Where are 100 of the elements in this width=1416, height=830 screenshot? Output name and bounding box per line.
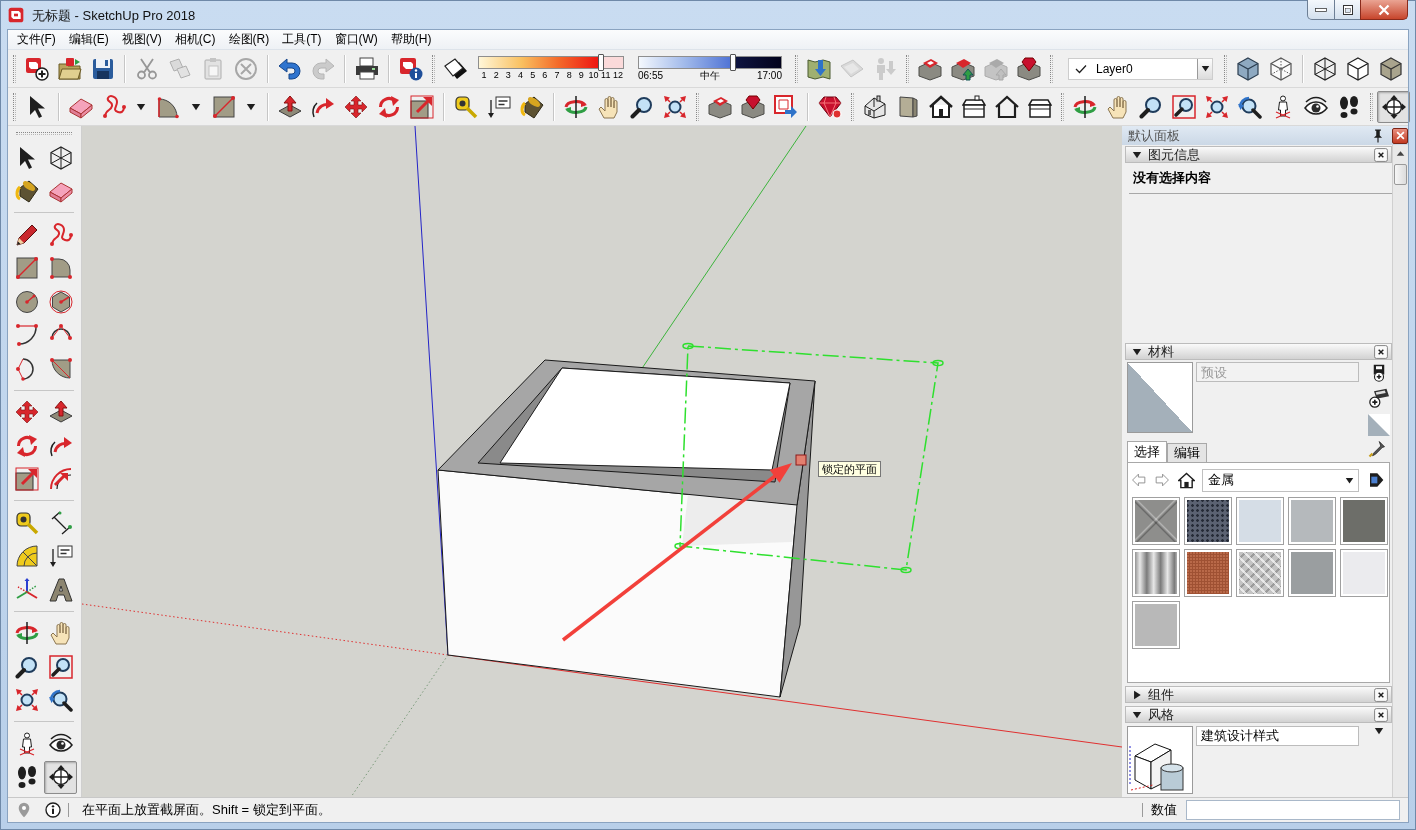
- menu-item[interactable]: 帮助(H): [384, 31, 438, 48]
- eyedropper-icon[interactable]: [1368, 440, 1386, 458]
- folder-icon[interactable]: [57, 56, 82, 81]
- shaded-cube-icon[interactable]: [1378, 56, 1403, 81]
- layer-dropdown[interactable]: Layer0: [1068, 57, 1213, 80]
- zoom-icon[interactable]: [629, 94, 654, 119]
- rectangle-icon[interactable]: [14, 256, 39, 281]
- undo-arrow-icon[interactable]: [277, 56, 302, 81]
- back-arrow-icon[interactable]: [1132, 473, 1146, 487]
- gem-box-icon[interactable]: [1016, 56, 1041, 81]
- gem-box-icon[interactable]: [740, 94, 765, 119]
- material-swatch[interactable]: [1288, 497, 1336, 545]
- caret-down-icon[interactable]: [136, 101, 146, 112]
- dashed-cube-icon[interactable]: [1268, 56, 1293, 81]
- tape-measure-icon[interactable]: [453, 94, 478, 119]
- menu-item[interactable]: 绘图(R): [222, 31, 276, 48]
- outline-cube-icon[interactable]: [1345, 56, 1370, 81]
- cube-plus-icon[interactable]: [24, 56, 49, 81]
- arc-icon[interactable]: [14, 323, 39, 348]
- polygon-icon[interactable]: [48, 289, 73, 314]
- menu-item[interactable]: 编辑(E): [62, 31, 116, 48]
- toolbar-grip[interactable]: [696, 92, 699, 121]
- rotate-arrows-icon[interactable]: [14, 433, 39, 458]
- push-pull-icon[interactable]: [277, 94, 302, 119]
- scale-icon[interactable]: [409, 94, 434, 119]
- zoom-window-icon[interactable]: [1171, 94, 1196, 119]
- material-swatch[interactable]: [1132, 549, 1180, 597]
- move-arrows-icon[interactable]: [343, 94, 368, 119]
- wire-cube-icon[interactable]: [48, 145, 73, 170]
- offset-arrow-icon[interactable]: [48, 467, 73, 492]
- material-swatch[interactable]: [1288, 549, 1336, 597]
- tab[interactable]: 选择: [1127, 441, 1167, 462]
- zoom-extents-icon[interactable]: [1204, 94, 1229, 119]
- toolbar-grip[interactable]: [16, 132, 72, 135]
- box-cube-icon[interactable]: [917, 56, 942, 81]
- paint-bucket-icon[interactable]: [14, 179, 39, 204]
- forward-arrow-icon[interactable]: [1155, 473, 1169, 487]
- toolbar-grip[interactable]: [13, 92, 16, 121]
- menu-item[interactable]: 文件(F): [10, 31, 63, 48]
- info-icon[interactable]: [45, 802, 61, 818]
- material-swatch[interactable]: [1184, 497, 1232, 545]
- material-swatch[interactable]: [1236, 497, 1284, 545]
- collection-dropdown[interactable]: 金属: [1202, 468, 1359, 492]
- details-arrow-icon[interactable]: [1368, 472, 1384, 488]
- menu-item[interactable]: 工具(T): [275, 31, 328, 48]
- pin-icon[interactable]: [1371, 128, 1385, 143]
- close-button[interactable]: [1392, 127, 1408, 144]
- circle-icon[interactable]: [14, 289, 39, 314]
- close-icon[interactable]: [1374, 147, 1388, 162]
- maximize-button[interactable]: [1334, 0, 1361, 20]
- hand-icon[interactable]: [1105, 94, 1130, 119]
- dropdown-button[interactable]: [1197, 58, 1212, 79]
- pie-icon[interactable]: [48, 356, 73, 381]
- close-button[interactable]: [1360, 0, 1408, 20]
- toolbar-grip[interactable]: [1370, 92, 1373, 121]
- house-outline-icon[interactable]: [994, 94, 1019, 119]
- toolbar-grip[interactable]: [795, 54, 798, 83]
- printer-icon[interactable]: [354, 56, 379, 81]
- orbit-icon[interactable]: [1072, 94, 1097, 119]
- time-slider[interactable]: [638, 55, 782, 69]
- toolbar-grip[interactable]: [13, 54, 16, 83]
- label-box-icon[interactable]: [48, 544, 73, 569]
- orbit-icon[interactable]: [14, 621, 39, 646]
- section-header[interactable]: 图元信息: [1125, 146, 1392, 163]
- arc-sector-icon[interactable]: [156, 94, 181, 119]
- material-name-field[interactable]: 预设: [1196, 362, 1359, 382]
- section-header[interactable]: 组件: [1125, 686, 1392, 703]
- close-icon[interactable]: [1374, 687, 1388, 702]
- caret-down-icon[interactable]: [246, 101, 256, 112]
- menu-item[interactable]: 窗口(W): [328, 31, 385, 48]
- orbit-icon[interactable]: [563, 94, 588, 119]
- slider-thumb[interactable]: [598, 54, 605, 71]
- toolbar-grip[interactable]: [1061, 92, 1064, 121]
- push-pull-icon[interactable]: [48, 400, 73, 425]
- wire-cube-icon[interactable]: [1312, 56, 1337, 81]
- scroll-up-icon[interactable]: [1396, 149, 1405, 158]
- shadow-square-icon[interactable]: [443, 56, 468, 81]
- toolbar-grip[interactable]: [851, 92, 854, 121]
- squiggle-icon[interactable]: [48, 222, 73, 247]
- toolbar-grip[interactable]: [906, 54, 909, 83]
- zoom-icon[interactable]: [14, 654, 39, 679]
- section-header[interactable]: 材料: [1125, 343, 1392, 360]
- menu-item[interactable]: 视图(V): [115, 31, 169, 48]
- label-box-icon[interactable]: [486, 94, 511, 119]
- section-header[interactable]: 风格: [1125, 706, 1392, 723]
- swatch-icon[interactable]: [1368, 414, 1390, 436]
- rotate-arrows-icon[interactable]: [376, 94, 401, 119]
- paint-bucket-icon[interactable]: [519, 94, 544, 119]
- rectangle-icon[interactable]: [211, 94, 236, 119]
- caret-down-icon[interactable]: [191, 101, 201, 112]
- material-swatch[interactable]: [1132, 497, 1180, 545]
- hand-icon[interactable]: [48, 621, 73, 646]
- zoom-extents-icon[interactable]: [662, 94, 687, 119]
- house-icon[interactable]: [862, 94, 887, 119]
- cube-info-icon[interactable]: [398, 56, 423, 81]
- material-swatch[interactable]: [1340, 549, 1388, 597]
- zoom-extents-icon[interactable]: [14, 688, 39, 713]
- month-slider[interactable]: [478, 56, 624, 69]
- box-arrow-icon[interactable]: [950, 56, 975, 81]
- zoom-back-icon[interactable]: [1237, 94, 1262, 119]
